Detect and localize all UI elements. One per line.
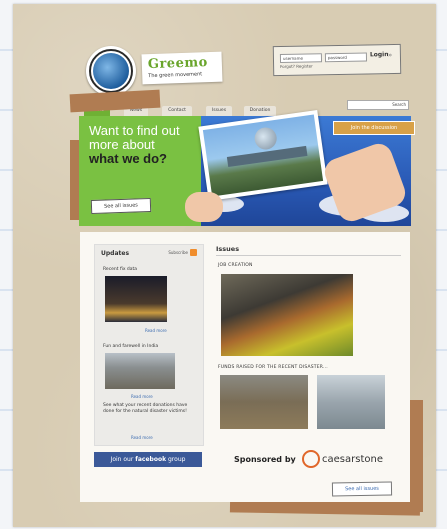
login-button[interactable]: Login — [370, 51, 389, 58]
caesarstone-icon — [302, 450, 320, 468]
tab-issues[interactable]: Issues — [206, 106, 232, 116]
facebook-group-button[interactable]: Join our facebook group — [94, 452, 202, 467]
facebook-logo: facebook — [135, 456, 167, 463]
update-title-1[interactable]: Recent fix data — [103, 267, 137, 272]
hero-headline: Want to find out more about what we do? — [89, 124, 199, 166]
issue-label-2[interactable]: FUNDS RAISED FOR THE RECENT DISASTER... — [218, 365, 328, 370]
update-image-1[interactable] — [105, 276, 167, 322]
headline-line1: Want to find out — [89, 123, 180, 138]
sponsor-name: caesarstone — [322, 454, 383, 465]
brand-tagline: The green movement — [148, 71, 203, 80]
join-discussion-button[interactable]: Join the discussion — [333, 121, 415, 135]
facebook-prefix: Join our — [110, 456, 134, 463]
hand-left — [185, 192, 223, 222]
update-image-2[interactable] — [105, 353, 175, 389]
update-title-2[interactable]: Fun and farewell in India — [103, 344, 158, 349]
headline-line2: more about — [89, 137, 155, 152]
read-more-link-2[interactable]: Read more — [131, 394, 153, 399]
read-more-link-1[interactable]: Read more — [145, 328, 167, 333]
issue-image-1[interactable] — [221, 274, 353, 356]
see-all-issues-link[interactable]: See all issues — [331, 481, 393, 497]
login-box: username password Login » Forgot? Regist… — [272, 43, 402, 77]
sponsored-by-label: Sponsored by — [234, 455, 296, 464]
globe-sculpture — [253, 126, 279, 151]
issue-image-3[interactable] — [317, 375, 385, 429]
content-panel: Updates Subscribe Recent fix data Read m… — [80, 232, 410, 502]
brand-label[interactable]: Greemo The green movement — [141, 51, 223, 85]
see-all-issues-button[interactable]: See all issues — [90, 197, 152, 215]
facebook-suffix: group — [168, 456, 186, 463]
tab-contact[interactable]: Contact — [162, 106, 192, 116]
username-field[interactable]: username — [279, 53, 323, 63]
hero-green-panel: Want to find out more about what we do? … — [79, 116, 201, 226]
search-input[interactable]: Search — [347, 100, 409, 110]
logo-ring — [89, 49, 133, 93]
arrow-icon: » — [387, 51, 393, 60]
subscribe-label[interactable]: Subscribe — [168, 250, 188, 255]
read-more-link-3[interactable]: Read more — [131, 435, 153, 440]
rss-icon[interactable] — [190, 249, 197, 256]
issues-divider — [216, 255, 401, 256]
updates-sidebar: Updates Subscribe Recent fix data Read m… — [94, 244, 204, 446]
issues-title: Issues — [216, 245, 240, 253]
update-title-3[interactable]: See what your recent donations have done… — [103, 403, 195, 415]
forgot-link[interactable]: Forgot? Register — [280, 63, 313, 69]
logo[interactable] — [86, 46, 136, 96]
tab-donation[interactable]: Donation — [244, 106, 276, 116]
page: Greemo The green movement username passw… — [0, 0, 447, 529]
headline-bold: what we do? — [89, 151, 167, 166]
photo-image — [202, 114, 324, 197]
password-field[interactable]: password — [324, 52, 368, 63]
issue-image-2[interactable] — [220, 375, 308, 429]
brand-name: Greemo — [147, 55, 209, 73]
sponsor-logo[interactable]: caesarstone — [302, 450, 383, 468]
issue-label-1[interactable]: JOB CREATION — [218, 263, 253, 268]
updates-title: Updates — [101, 250, 130, 257]
